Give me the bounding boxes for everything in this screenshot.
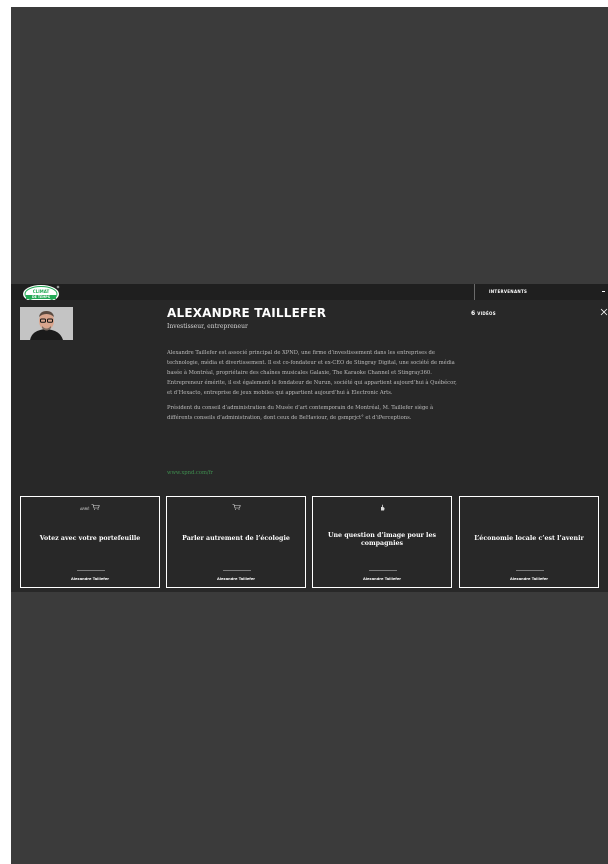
- video-card-3[interactable]: Une question d’image pour les compagnies…: [312, 496, 452, 588]
- video-title: Votez avec votre portefeuille: [39, 535, 141, 542]
- video-title: Une question d’image pour les compagnies: [327, 532, 437, 547]
- video-card-2[interactable]: Parler autrement de l’écologie Alexandre…: [166, 496, 306, 588]
- menu-dash-icon[interactable]: [602, 291, 605, 292]
- video-author: Alexandre Taillefer: [362, 577, 402, 581]
- card-icon-row: [167, 504, 305, 510]
- speaker-portrait-icon: [20, 307, 73, 340]
- video-author: Alexandre Taillefer: [216, 577, 256, 581]
- cart-icon: [232, 504, 241, 510]
- video-author: Alexandre Taillefer: [509, 577, 549, 581]
- logo-line2: DE TEMPS: [32, 295, 51, 299]
- bio-paragraph-1: Alexandre Taillefer est associé principa…: [167, 350, 457, 396]
- videos-count: 6 VIDÉOS: [471, 310, 496, 317]
- card-divider: [516, 570, 544, 571]
- card-divider: [77, 570, 105, 571]
- videos-count-number: 6: [471, 310, 476, 317]
- card-icon-text: ARRÊ: [79, 507, 90, 511]
- card-icon-row: ARRÊ: [21, 504, 159, 511]
- bio-paragraph-2: Président du conseil d’administration du…: [167, 405, 434, 421]
- hand-icon: [380, 504, 385, 511]
- speaker-photo: [20, 307, 73, 340]
- speaker-bio: Alexandre Taillefer est associé principa…: [167, 348, 457, 428]
- cart-icon: [91, 504, 100, 510]
- speaker-website-link[interactable]: www.xpnd.com/fr: [167, 470, 213, 476]
- card-divider: [223, 570, 251, 571]
- video-card-1[interactable]: ARRÊ Votez avec votre portefeuille Alexa…: [20, 496, 160, 588]
- video-title: Parler autrement de l’écologie: [182, 535, 290, 542]
- close-icon[interactable]: [600, 308, 608, 320]
- video-title: L’économie locale c’est l’avenir: [474, 535, 584, 542]
- videos-count-label: VIDÉOS: [477, 311, 496, 316]
- speaker-name: ALEXANDRE TAILLEFER: [167, 306, 327, 320]
- nav-link-intervenants[interactable]: INTERVENANTS: [489, 289, 527, 294]
- logo-line1: CLIMAT: [33, 289, 50, 294]
- card-icon-row: [313, 504, 451, 511]
- video-card-4[interactable]: L’économie locale c’est l’avenir Alexand…: [459, 496, 599, 588]
- video-author: Alexandre Taillefer: [70, 577, 110, 581]
- speaker-role: Investisseur, entrepreneur: [167, 323, 248, 330]
- card-divider: [369, 570, 397, 571]
- nav-divider: [474, 284, 475, 300]
